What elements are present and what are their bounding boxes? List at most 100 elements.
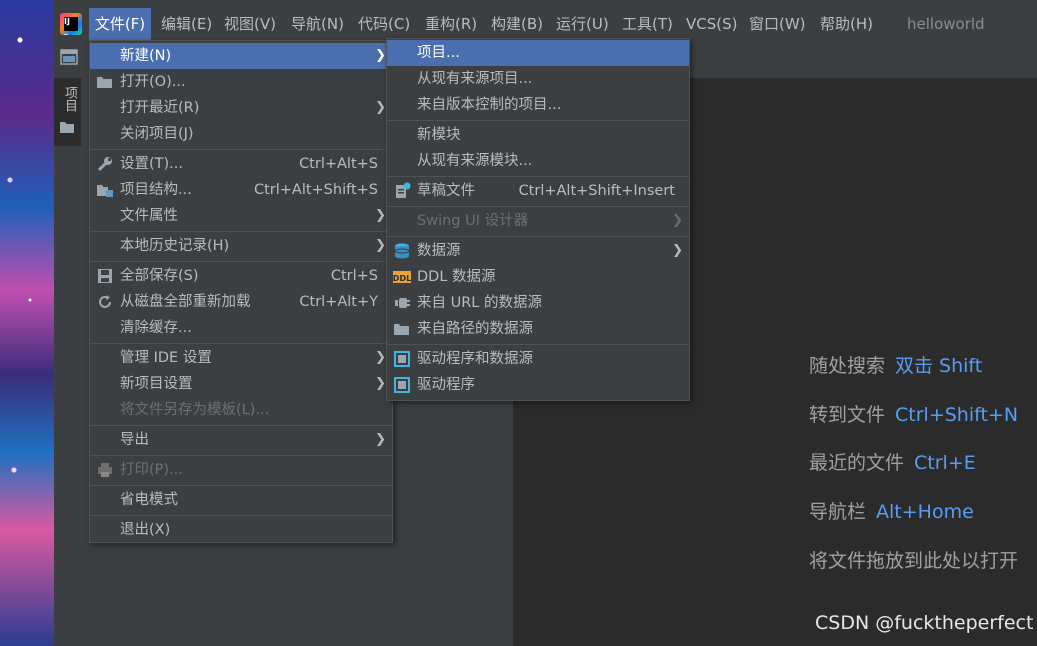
new-menu-data-source-from-url[interactable]: 来自 URL 的数据源 xyxy=(387,290,689,316)
menu-item-label: 项目... xyxy=(417,45,460,61)
hint-text: 转到文件 xyxy=(809,404,886,426)
hint-shortcut: Alt+Home xyxy=(876,501,974,523)
tool-window-icon[interactable] xyxy=(60,48,78,66)
menu-separator xyxy=(90,425,392,426)
file-menu-print: 打印(P)... xyxy=(90,457,392,483)
database-icon xyxy=(393,242,411,260)
project-name: helloworld xyxy=(907,15,985,33)
menu-item-label: 从现有来源模块... xyxy=(417,153,533,169)
folder-icon xyxy=(59,120,75,138)
file-menu-settings[interactable]: 设置(T)... Ctrl+Alt+S xyxy=(90,151,392,177)
menu-code[interactable]: 代码(C) xyxy=(358,8,410,40)
scratch-file-icon xyxy=(393,182,411,200)
hint-text: 将文件拖放到此处以打开 xyxy=(809,550,1019,572)
menu-item-label: Swing UI 设计器 xyxy=(417,213,529,229)
chevron-right-icon: ❯ xyxy=(375,48,386,63)
menu-item-shortcut: Ctrl+Alt+Shift+Insert xyxy=(518,183,675,199)
menu-item-label: 将文件另存为模板(L)... xyxy=(120,402,270,418)
menu-separator xyxy=(90,149,392,150)
new-menu-driver[interactable]: 驱动程序 xyxy=(387,372,689,398)
menu-item-label: 文件属性 xyxy=(120,208,178,224)
file-menu-new-project-settings[interactable]: 新项目设置 ❯ xyxy=(90,371,392,397)
menu-separator xyxy=(90,515,392,516)
file-menu-new[interactable]: 新建(N) ❯ xyxy=(90,43,392,69)
hint-text: 随处搜索 xyxy=(809,355,886,377)
new-menu-module[interactable]: 新模块 xyxy=(387,122,689,148)
file-menu-close-project[interactable]: 关闭项目(J) xyxy=(90,121,392,147)
menu-tools[interactable]: 工具(T) xyxy=(622,8,673,40)
file-menu-export[interactable]: 导出 ❯ xyxy=(90,427,392,453)
menu-item-label: 来自路径的数据源 xyxy=(417,321,533,337)
file-menu-power-save-mode[interactable]: 省电模式 xyxy=(90,487,392,513)
menu-item-shortcut: Ctrl+Alt+Y xyxy=(299,294,378,310)
file-menu-local-history[interactable]: 本地历史记录(H) ❯ xyxy=(90,233,392,259)
menu-item-label: 项目结构... xyxy=(120,182,192,198)
chevron-right-icon: ❯ xyxy=(375,376,386,391)
watermark: CSDN @fucktheperfect xyxy=(815,612,1034,634)
menu-separator xyxy=(90,261,392,262)
new-menu-data-source-from-path[interactable]: 来自路径的数据源 xyxy=(387,316,689,342)
menu-help[interactable]: 帮助(H) xyxy=(820,8,873,40)
menu-item-label: 新建(N) xyxy=(120,48,172,64)
menu-separator xyxy=(387,206,689,207)
file-menu-manage-ide-settings[interactable]: 管理 IDE 设置 ❯ xyxy=(90,345,392,371)
menu-item-shortcut: Ctrl+Alt+S xyxy=(299,156,378,172)
hint-go-to-file: 转到文件 Ctrl+Shift+N xyxy=(809,400,1018,427)
file-menu-save-as-template: 将文件另存为模板(L)... xyxy=(90,397,392,423)
menu-run[interactable]: 运行(U) xyxy=(556,8,609,40)
file-menu-save-all[interactable]: 全部保存(S) Ctrl+S xyxy=(90,263,392,289)
plug-icon xyxy=(393,294,411,312)
menu-build[interactable]: 构建(B) xyxy=(491,8,543,40)
new-menu-project[interactable]: 项目... xyxy=(387,40,689,66)
hint-navigation-bar: 导航栏 Alt+Home xyxy=(809,497,974,524)
menu-file[interactable]: 文件(F) xyxy=(89,8,151,40)
menu-vcs[interactable]: VCS(S) xyxy=(686,8,737,40)
menu-view[interactable]: 视图(V) xyxy=(224,8,276,40)
menu-item-label: 管理 IDE 设置 xyxy=(120,350,212,366)
menu-navigate[interactable]: 导航(N) xyxy=(291,8,344,40)
svg-text:DDL: DDL xyxy=(393,274,411,283)
hint-shortcut: Ctrl+E xyxy=(914,452,976,474)
ddl-icon: DDL xyxy=(392,268,411,286)
menu-item-label: 驱动程序和数据源 xyxy=(417,351,533,367)
new-menu-ddl-data-source[interactable]: DDL DDL 数据源 xyxy=(387,264,689,290)
menu-item-label: 导出 xyxy=(120,432,149,448)
menu-item-label: 草稿文件 xyxy=(417,183,475,199)
menu-refactor[interactable]: 重构(R) xyxy=(425,8,477,40)
menu-item-label: 清除缓存... xyxy=(120,320,192,336)
chevron-right-icon: ❯ xyxy=(375,432,386,447)
hint-drop-files: 将文件拖放到此处以打开 xyxy=(809,546,1018,573)
file-menu-file-properties[interactable]: 文件属性 ❯ xyxy=(90,203,392,229)
intellij-logo-icon[interactable]: IJ _ xyxy=(60,13,82,35)
new-menu-swing-ui-designer: Swing UI 设计器 ❯ xyxy=(387,208,689,234)
file-menu: 新建(N) ❯ 打开(O)... 打开最近(R) ❯ 关闭项目(J) 设置(T)..… xyxy=(89,40,393,543)
title-bar xyxy=(54,0,1037,8)
hint-text: 最近的文件 xyxy=(809,452,905,474)
menu-item-label: 新模块 xyxy=(417,127,461,143)
new-menu-project-from-vcs[interactable]: 来自版本控制的项目... xyxy=(387,92,689,118)
new-menu-data-source[interactable]: 数据源 ❯ xyxy=(387,238,689,264)
menu-item-label: 新项目设置 xyxy=(120,376,193,392)
driver-icon xyxy=(393,376,411,394)
project-tab-label: 项目 xyxy=(62,86,77,112)
printer-icon xyxy=(96,461,114,479)
menu-window[interactable]: 窗口(W) xyxy=(749,8,806,40)
menu-item-label: 全部保存(S) xyxy=(120,268,199,284)
chevron-right-icon: ❯ xyxy=(375,100,386,115)
menu-item-label: 驱动程序 xyxy=(417,377,475,393)
new-menu-driver-and-data-source[interactable]: 驱动程序和数据源 xyxy=(387,346,689,372)
file-menu-open[interactable]: 打开(O)... xyxy=(90,69,392,95)
menu-separator xyxy=(387,120,689,121)
file-menu-project-structure[interactable]: 项目结构... Ctrl+Alt+Shift+S xyxy=(90,177,392,203)
new-menu-project-from-sources[interactable]: 从现有来源项目... xyxy=(387,66,689,92)
menu-edit[interactable]: 编辑(E) xyxy=(161,8,212,40)
menu-item-label: 退出(X) xyxy=(120,522,171,538)
chevron-right-icon: ❯ xyxy=(672,243,683,258)
file-menu-invalidate-caches[interactable]: 清除缓存... xyxy=(90,315,392,341)
file-menu-reload-all[interactable]: 从磁盘全部重新加载 Ctrl+Alt+Y xyxy=(90,289,392,315)
hint-shortcut: 双击 Shift xyxy=(895,355,983,377)
new-menu-scratch-file[interactable]: 草稿文件 Ctrl+Alt+Shift+Insert xyxy=(387,178,689,204)
file-menu-open-recent[interactable]: 打开最近(R) ❯ xyxy=(90,95,392,121)
new-menu-module-from-sources[interactable]: 从现有来源模块... xyxy=(387,148,689,174)
file-menu-exit[interactable]: 退出(X) xyxy=(90,517,392,543)
